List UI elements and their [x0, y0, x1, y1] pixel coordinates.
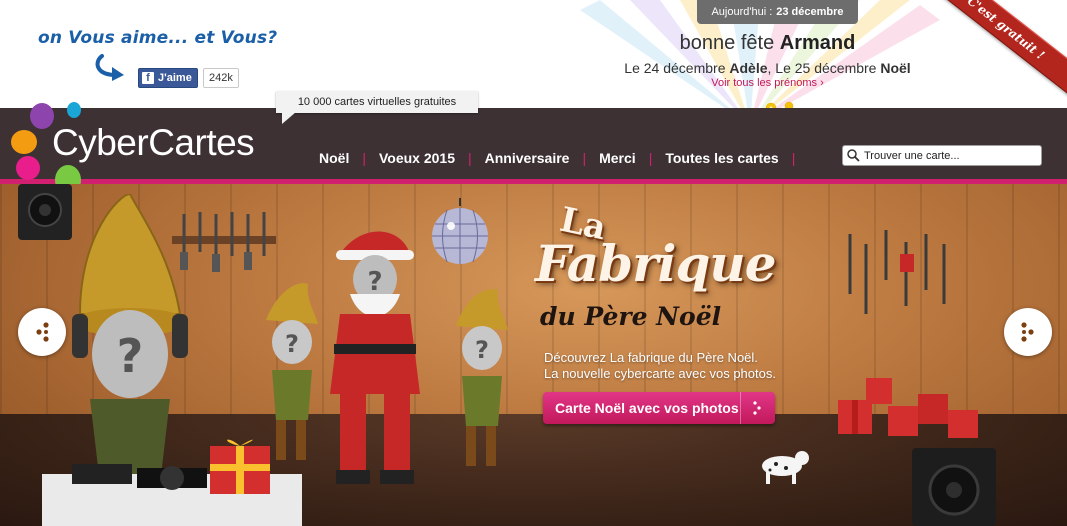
facebook-like-label: J'aime	[158, 72, 192, 84]
banner-title-pere-noel: du Père Noël	[540, 302, 722, 331]
next-fete-2-date: Le 25 décembre	[775, 60, 877, 76]
next-fete-1-date: Le 24 décembre	[624, 60, 726, 76]
nav-separator: |	[791, 150, 796, 166]
search-box	[842, 145, 1042, 166]
fete-of-the-day: bonne fête Armand	[600, 32, 935, 55]
cta-label: Carte Noël avec vos photos	[555, 400, 739, 416]
nav-item-anniversaire[interactable]: Anniversaire	[472, 150, 583, 166]
today-date: 23 décembre	[776, 6, 844, 18]
dalmatian-illustration	[762, 451, 809, 484]
all-names-label: Voir tous les prénoms	[711, 77, 818, 89]
hero-banner[interactable]: ? ? ? ? La Fabrique du Père Noël Découvr…	[0, 184, 1067, 526]
tagline: on Vous aime... et Vous?	[38, 28, 278, 48]
banner-title-fabrique: Fabrique	[535, 234, 777, 293]
upcoming-fetes: Le 24 décembre Adèle, Le 25 décembre Noë…	[600, 60, 935, 76]
slider-next-button[interactable]	[1004, 308, 1052, 356]
cta-button[interactable]: Carte Noël avec vos photos	[543, 392, 775, 424]
speaker-right-illustration	[912, 448, 996, 526]
banner-description: Découvrez La fabrique du Père Noël. La n…	[544, 350, 776, 382]
logo-text[interactable]: CyberCartes	[52, 122, 255, 164]
free-ribbon: C'est gratuit !	[922, 0, 1067, 98]
svg-text:?: ?	[117, 329, 144, 383]
nav-item-noel[interactable]: Noël	[306, 150, 362, 166]
svg-text:?: ?	[367, 267, 382, 297]
prev-arrow-icon	[36, 322, 49, 342]
today-badge: Aujourd'hui : 23 décembre	[697, 0, 858, 24]
main-nav: Noël | Voeux 2015 | Anniversaire | Merci…	[306, 150, 795, 166]
elf-dj-illustration: ?	[72, 194, 188, 484]
search-icon[interactable]	[847, 149, 860, 162]
nav-item-voeux[interactable]: Voeux 2015	[366, 150, 468, 166]
tooltip-tail	[282, 112, 296, 124]
search-input[interactable]	[860, 149, 1038, 162]
all-names-link[interactable]: Voir tous les prénoms ›	[600, 77, 935, 89]
facebook-like-count: 242k	[203, 68, 239, 88]
next-fete-separator: ,	[767, 60, 772, 76]
nav-item-toutes[interactable]: Toutes les cartes	[652, 150, 791, 166]
chevron-right-icon: ›	[820, 77, 824, 89]
banner-desc-line-2: La nouvelle cybercarte avec vos photos.	[544, 366, 776, 381]
today-prefix: Aujourd'hui :	[711, 6, 773, 18]
cta-arrow-icon	[740, 392, 775, 424]
facebook-icon: f	[142, 72, 154, 84]
svg-text:?: ?	[285, 330, 299, 358]
disco-ball-illustration	[432, 198, 488, 264]
slider-prev-button[interactable]	[18, 308, 66, 356]
gift-pile-illustration	[838, 378, 978, 438]
tools-wall-illustration	[848, 230, 946, 314]
facebook-like-button[interactable]: f J'aime	[138, 68, 198, 88]
elf-small-right-illustration: ?	[456, 289, 508, 466]
banner-desc-line-1: Découvrez La fabrique du Père Noël.	[544, 350, 758, 365]
next-fete-1-name: Adèle	[729, 60, 768, 76]
svg-text:?: ?	[475, 336, 489, 364]
next-arrow-icon	[1021, 322, 1034, 342]
fete-prefix: bonne fête	[679, 32, 775, 54]
tooltip-free-cards: 10 000 cartes virtuelles gratuites	[276, 91, 478, 113]
fete-name: Armand	[779, 32, 856, 54]
next-fete-2-name: Noël	[880, 60, 911, 76]
curved-arrow-icon	[95, 54, 124, 81]
nav-item-merci[interactable]: Merci	[586, 150, 649, 166]
